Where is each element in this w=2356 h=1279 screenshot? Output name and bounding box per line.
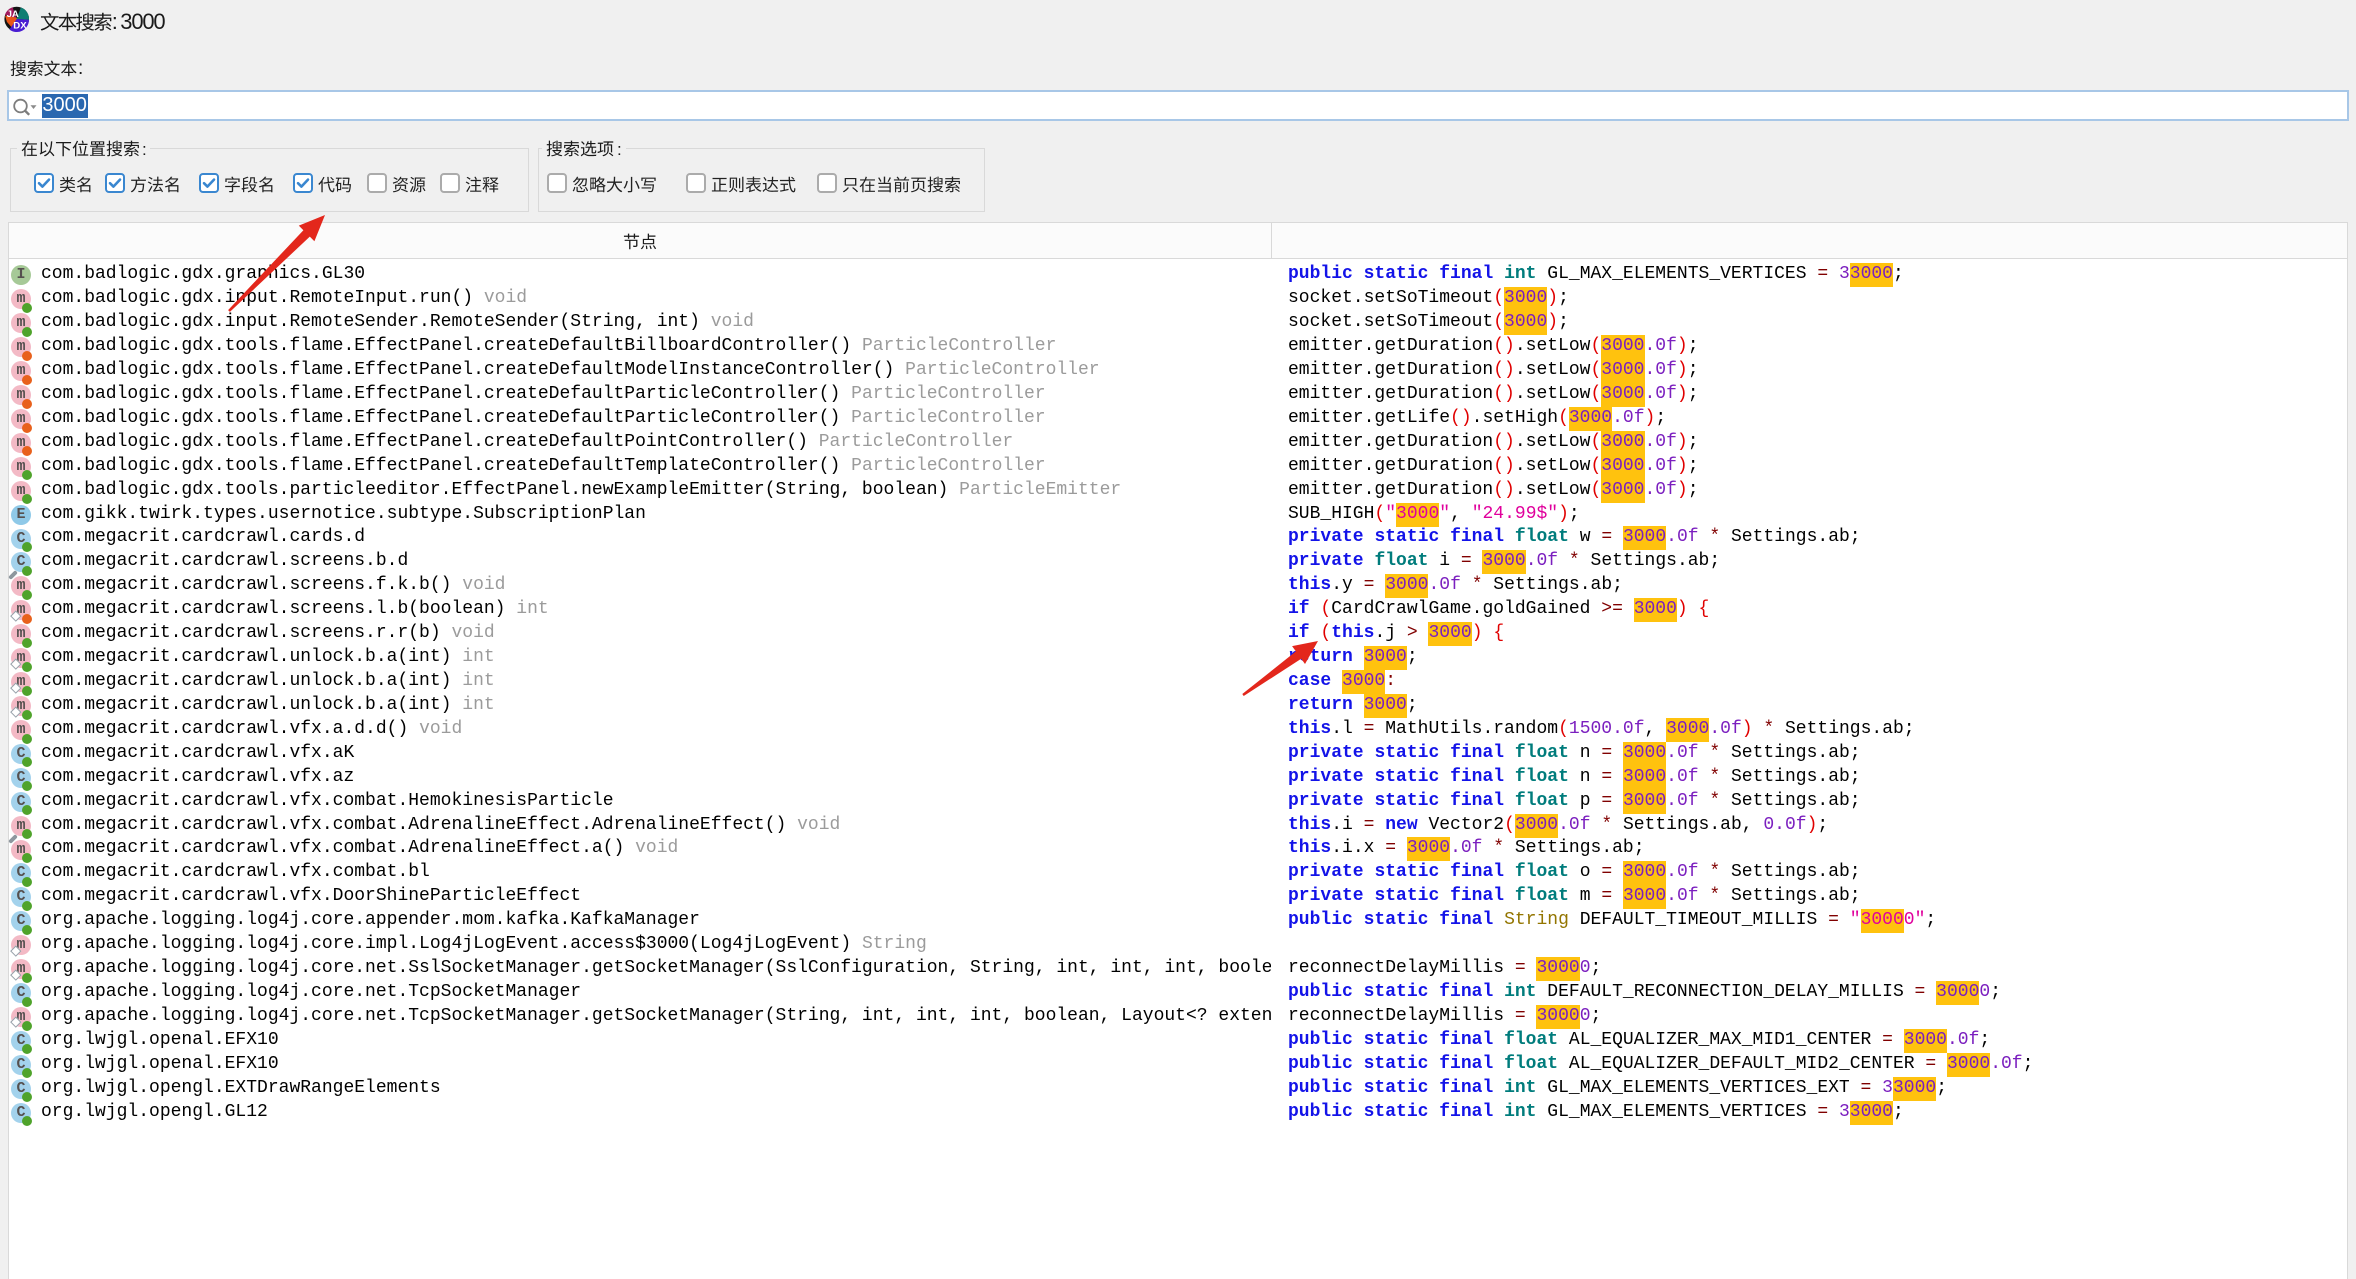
svg-text:JA: JA [7,9,19,20]
svg-text:DX: DX [13,21,27,32]
